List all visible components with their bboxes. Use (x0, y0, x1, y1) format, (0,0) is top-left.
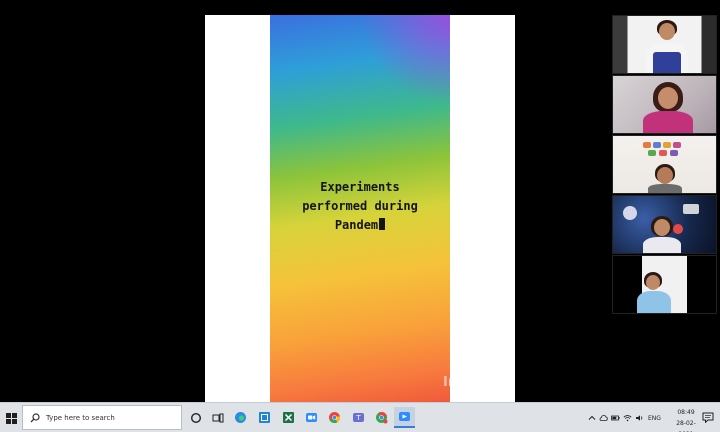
zoom-button[interactable] (301, 407, 322, 428)
caption-line-1: Experiments (320, 180, 400, 194)
edge-button[interactable] (230, 407, 251, 428)
search-icon (30, 412, 40, 422)
chrome-icon (329, 412, 341, 423)
cortana-icon (190, 412, 201, 423)
text-cursor (379, 218, 386, 230)
task-view-button[interactable] (207, 407, 228, 428)
participant-tile-1[interactable] (612, 15, 717, 74)
wifi-icon[interactable] (623, 414, 632, 422)
chrome-button[interactable] (324, 407, 345, 428)
excel-icon (283, 412, 294, 423)
volume-icon[interactable] (635, 414, 644, 422)
caption-line-3-text: Pandem (334, 218, 379, 232)
story-slide: Experiments performed during Pandem (270, 15, 450, 402)
edge-icon (235, 412, 246, 423)
zoom-meeting-icon (399, 412, 410, 421)
caption-line-3: Pandem (270, 216, 450, 235)
taskbar-clock[interactable]: 08:49 28-02-2021 (672, 407, 700, 432)
search-placeholder: Type here to search (46, 413, 115, 422)
participant-tile-3[interactable] (612, 135, 717, 194)
chrome-profile-icon (376, 411, 388, 424)
start-button[interactable] (0, 403, 22, 432)
story-caption: Experiments performed during Pandem (270, 178, 450, 235)
meeting-stage: Experiments performed during Pandem In (0, 0, 720, 402)
cortana-button[interactable] (185, 407, 206, 428)
system-tray: ENG (588, 403, 661, 432)
task-view-icon (212, 413, 223, 422)
watermark-logo: In (443, 375, 458, 390)
cloud-icon[interactable] (599, 414, 608, 422)
zoom-meeting-button[interactable] (394, 407, 415, 428)
chevron-up-icon[interactable] (588, 414, 596, 422)
windows-taskbar: Type here to search T ENG 08:49 28-02-2 (0, 402, 720, 432)
windows-logo-icon (5, 412, 17, 424)
chrome-alt-icon: T (353, 413, 364, 422)
photos-button[interactable] (254, 407, 275, 428)
battery-icon[interactable] (611, 414, 620, 422)
svg-text:T: T (355, 414, 361, 422)
taskbar-search[interactable]: Type here to search (22, 405, 182, 430)
notifications-icon[interactable] (702, 412, 714, 423)
teams-button[interactable]: T (348, 407, 369, 428)
participant-tile-2[interactable] (612, 75, 717, 134)
participant-tile-5[interactable] (612, 255, 717, 314)
language-indicator[interactable]: ENG (648, 415, 661, 422)
photos-icon (259, 412, 270, 423)
clock-time: 08:49 (677, 409, 695, 416)
clock-date: 28-02-2021 (676, 420, 696, 432)
participant-tile-4[interactable] (612, 195, 717, 254)
zoom-icon (306, 413, 317, 422)
chrome-profile-button[interactable] (371, 407, 392, 428)
shared-screen: Experiments performed during Pandem In (205, 15, 515, 402)
excel-button[interactable] (278, 407, 299, 428)
caption-line-2: performed during (302, 199, 418, 213)
